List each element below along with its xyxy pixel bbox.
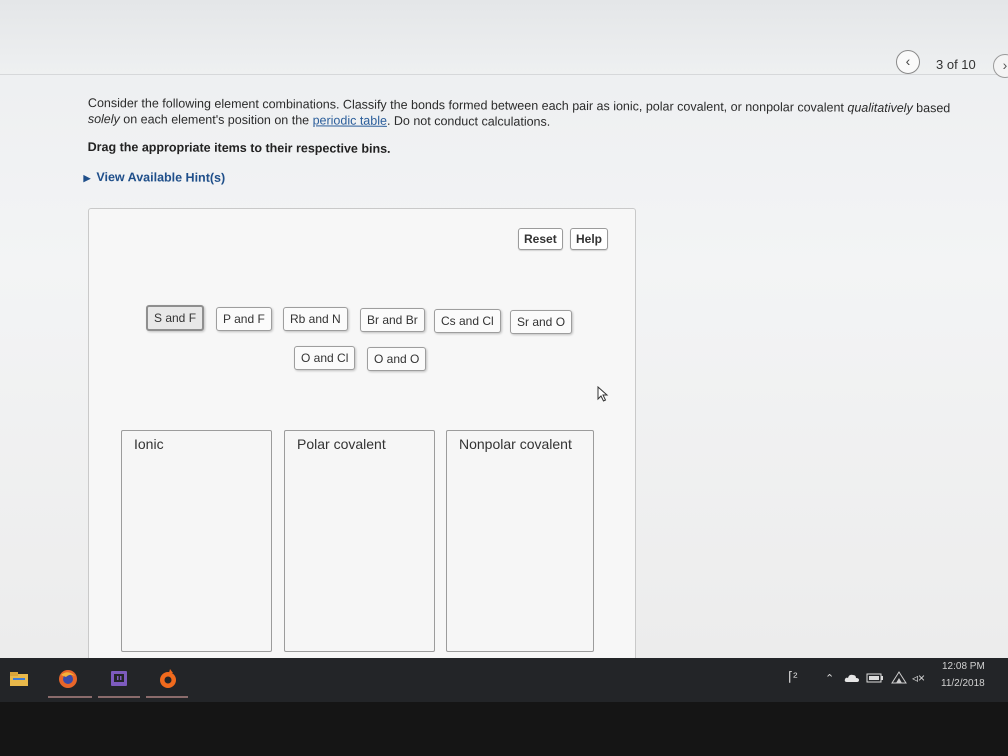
item-rb-and-n[interactable]: Rb and N — [283, 307, 348, 331]
bin-label: Nonpolar covalent — [459, 436, 572, 452]
instruction-text: Drag the appropriate items to their resp… — [87, 139, 391, 156]
monitor-bezel — [0, 702, 1008, 756]
bin-label: Ionic — [134, 436, 164, 452]
emphasis-solely: solely — [87, 111, 120, 127]
reset-button[interactable]: Reset — [518, 228, 563, 250]
item-o-and-o[interactable]: O and O — [367, 347, 427, 371]
clock-time[interactable]: 12:08 PM — [942, 661, 985, 672]
item-br-and-br[interactable]: Br and Br — [360, 308, 425, 332]
emphasis-qualitatively: qualitatively — [847, 100, 913, 116]
question-header: ‹ 3 of 10 › — [0, 0, 1008, 78]
mouse-cursor-icon — [597, 386, 609, 402]
onedrive-icon[interactable] — [844, 673, 860, 683]
bin-ionic[interactable]: Ionic — [121, 430, 272, 652]
hint-toggle[interactable]: ▶ View Available Hint(s) — [83, 170, 987, 190]
taskbar-active-indicator — [146, 696, 188, 698]
question-text: Consider the following element combinati… — [87, 95, 951, 129]
browser-viewport: ‹ 3 of 10 › Consider the following eleme… — [0, 0, 1008, 662]
battery-icon[interactable] — [866, 673, 884, 683]
item-sr-and-o[interactable]: Sr and O — [510, 310, 573, 334]
wifi-icon[interactable] — [891, 670, 907, 684]
taskbar-active-indicator — [48, 696, 92, 698]
file-explorer-icon[interactable] — [8, 668, 30, 690]
caret-right-icon: ▶ — [83, 172, 91, 184]
item-s-and-f[interactable]: S and F — [146, 305, 205, 331]
taskbar-active-indicator — [98, 696, 140, 698]
question-content: Consider the following element combinati… — [83, 95, 988, 189]
chevron-left-icon[interactable]: ‹ — [896, 50, 920, 74]
item-o-and-cl[interactable]: O and Cl — [294, 346, 356, 370]
firefox-icon[interactable] — [57, 668, 79, 690]
item-cs-and-cl[interactable]: Cs and Cl — [434, 309, 501, 333]
periodic-table-link[interactable]: periodic table — [313, 113, 387, 127]
item-p-and-f[interactable]: P and F — [216, 307, 272, 331]
clock-date[interactable]: 11/2/2018 — [941, 678, 985, 689]
volume-muted-icon[interactable]: ◃× — [912, 671, 925, 685]
bin-polar-covalent[interactable]: Polar covalent — [284, 430, 435, 652]
chevron-up-icon[interactable]: ⌃ — [825, 672, 834, 685]
question-counter: 3 of 10 — [936, 57, 976, 72]
twitch-icon[interactable] — [108, 668, 130, 690]
help-button[interactable]: Help — [570, 228, 609, 250]
bin-label: Polar covalent — [297, 436, 386, 452]
people-icon[interactable]: ⌈² — [788, 669, 797, 685]
origin-icon[interactable] — [157, 668, 179, 690]
bin-nonpolar-covalent[interactable]: Nonpolar covalent — [446, 430, 594, 652]
chevron-right-icon[interactable]: › — [993, 54, 1008, 78]
hint-label: View Available Hint(s) — [96, 170, 226, 185]
